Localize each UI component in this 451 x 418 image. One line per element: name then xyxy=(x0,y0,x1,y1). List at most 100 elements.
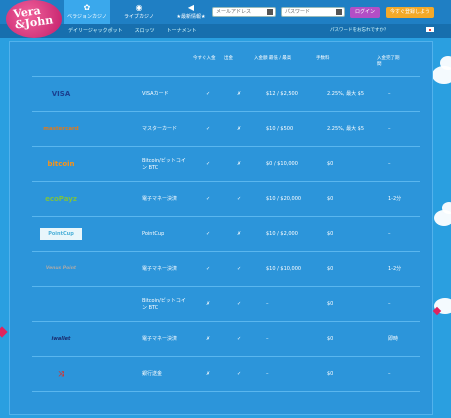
deposit-mark: ✓ xyxy=(206,231,211,237)
limits-cell: $12 / $2,500 xyxy=(266,91,298,97)
limits-cell: $0 / $10,000 xyxy=(266,161,298,167)
password-placeholder: パスワード xyxy=(285,9,311,15)
fee-cell: $0 xyxy=(327,161,334,167)
table-row: Bitcoin/ビットコイン BTC ✗ ✓ – $0 – xyxy=(32,286,420,322)
cloud-decoration xyxy=(442,202,451,214)
gear-icon: ✿ xyxy=(83,3,91,12)
payment-methods-panel: 今すぐ入金 出金 入金額 最低 / 最高 手数料 入金完了期間 VISA VISA… xyxy=(10,42,432,414)
sub-nav-jackpot[interactable]: デイリージャックポット xyxy=(68,27,123,34)
time-cell: – xyxy=(388,301,391,307)
table-row: bitcoin Bitcoin/ビットコイン BTC ✓ ✗ $0 / $10,000 $… xyxy=(32,146,420,182)
deposit-mark: ✓ xyxy=(206,196,211,202)
withdraw-mark: ✓ xyxy=(237,336,242,342)
table-row: ⤨ 銀行送金 ✗ ✓ – $0 – xyxy=(32,356,420,392)
password-field[interactable]: パスワード xyxy=(281,7,345,17)
deposit-mark: ✗ xyxy=(206,301,211,307)
table-row: mastercard マスターカード ✓ ✗ $10 / $500 2.25%, 最大 $… xyxy=(32,111,420,147)
limits-cell: $10 / $2,000 xyxy=(266,231,298,237)
header-time: 入金完了期間 xyxy=(377,56,400,67)
keyboard-icon xyxy=(336,9,342,15)
table-row: ecoPayz 電子マネー決済 ✓ ✓ $10 / $20,000 $0 1-2分 xyxy=(32,181,420,217)
deposit-mark: ✓ xyxy=(206,266,211,272)
time-cell: – xyxy=(388,231,391,237)
time-cell: – xyxy=(388,371,391,377)
payment-logo: iwallet xyxy=(51,336,71,342)
withdraw-mark: ✗ xyxy=(237,91,242,97)
withdraw-mark: ✗ xyxy=(237,126,242,132)
brand-logo-text: Vera &John xyxy=(13,3,54,32)
fee-cell: $0 xyxy=(327,301,334,307)
nav-item-label: ベラジョンカジノ xyxy=(67,14,107,20)
fee-cell: 2.25%, 最大 $5 xyxy=(327,126,365,132)
payment-logo: VISA xyxy=(51,90,71,98)
fee-cell: $0 xyxy=(327,336,334,342)
deposit-mark: ✓ xyxy=(206,91,211,97)
withdraw-mark: ✓ xyxy=(237,301,242,307)
deposit-mark: ✓ xyxy=(206,126,211,132)
deposit-mark: ✗ xyxy=(206,371,211,377)
method-name: 銀行送金 xyxy=(142,371,163,377)
method-name: PointCup xyxy=(142,231,165,237)
payment-logo xyxy=(40,298,82,310)
fee-cell: $0 xyxy=(327,231,334,237)
register-button[interactable]: 今すぐ登録しよう xyxy=(386,7,434,18)
time-cell: 1-2分 xyxy=(388,196,402,202)
limits-cell: – xyxy=(266,336,269,342)
limits-cell: – xyxy=(266,301,269,307)
header-fee: 手数料 xyxy=(316,56,330,61)
limits-cell: $10 / $20,000 xyxy=(266,196,302,202)
forgot-password-link[interactable]: パスワードをお忘れですか？ xyxy=(330,27,388,33)
withdraw-mark: ✓ xyxy=(237,196,242,202)
method-name: 電子マネー決済 xyxy=(142,336,178,342)
brand-logo[interactable]: Vera &John xyxy=(6,0,62,38)
table-row: iwallet 電子マネー決済 ✗ ✓ – $0 即時 xyxy=(32,321,420,357)
chip-icon: ◉ xyxy=(135,3,143,12)
method-name: Bitcoin/ビットコイン BTC xyxy=(142,298,186,311)
table-row: Venus Point 電子マネー決済 ✓ ✓ $10 / $10,000 $0 1-2分 xyxy=(32,251,420,287)
email-field[interactable]: メールアドレス xyxy=(212,7,276,17)
time-cell: 1-2分 xyxy=(388,266,402,272)
login-button[interactable]: ログイン xyxy=(350,7,380,18)
fee-cell: $0 xyxy=(327,266,334,272)
limits-cell: $10 / $500 xyxy=(266,126,294,132)
sub-nav-tournament[interactable]: トーナメント xyxy=(167,27,197,34)
payment-logo: bitcoin xyxy=(47,160,75,168)
limits-cell: – xyxy=(266,371,269,377)
method-name: Bitcoin/ビットコイン BTC xyxy=(142,158,186,171)
withdraw-mark: ✓ xyxy=(237,371,242,377)
fee-cell: $0 xyxy=(327,196,334,202)
main-nav: ✿ ベラジョンカジノ ◉ ライブカジノ ◀ ★最新情報★ xyxy=(64,0,214,24)
email-placeholder: メールアドレス xyxy=(216,9,252,15)
sub-nav: デイリージャックポット スロッツ トーナメント xyxy=(68,27,197,34)
cloud-decoration xyxy=(440,56,451,70)
nav-item-casino[interactable]: ✿ ベラジョンカジノ xyxy=(64,0,110,24)
japan-flag-icon[interactable] xyxy=(426,27,434,32)
payment-logo: mastercard xyxy=(43,126,79,132)
nav-item-news[interactable]: ◀ ★最新情報★ xyxy=(168,0,214,24)
time-cell: – xyxy=(388,126,391,132)
deposit-mark: ✗ xyxy=(206,336,211,342)
payment-logo: ecoPayz xyxy=(45,195,77,203)
limits-cell: $10 / $10,000 xyxy=(266,266,302,272)
time-cell: – xyxy=(388,91,391,97)
method-name: VISAカード xyxy=(142,91,169,97)
table-bottom-border xyxy=(32,391,420,392)
header-deposit: 今すぐ入金 xyxy=(193,56,216,61)
time-cell: – xyxy=(388,161,391,167)
megaphone-icon: ◀ xyxy=(187,3,195,12)
header-limits: 入金額 最低 / 最高 xyxy=(254,56,292,61)
payment-logo: Venus Point xyxy=(45,266,77,271)
time-cell: 即時 xyxy=(388,336,399,342)
nav-item-label: ライブカジノ xyxy=(124,14,154,20)
sub-nav-slots[interactable]: スロッツ xyxy=(135,27,155,34)
withdraw-mark: ✗ xyxy=(237,161,242,167)
withdraw-mark: ✗ xyxy=(237,231,242,237)
nav-item-label: ★最新情報★ xyxy=(176,14,206,20)
deposit-mark: ✓ xyxy=(206,161,211,167)
table-row: PointCup PointCup ✓ ✗ $10 / $2,000 $0 – xyxy=(32,216,420,252)
withdraw-mark: ✓ xyxy=(237,266,242,272)
table-row: VISA VISAカード ✓ ✗ $12 / $2,500 2.25%, 最大 $5 – xyxy=(32,76,420,112)
payment-logo: PointCup xyxy=(40,228,82,240)
keyboard-icon xyxy=(267,9,273,15)
nav-item-live-casino[interactable]: ◉ ライブカジノ xyxy=(116,0,162,24)
